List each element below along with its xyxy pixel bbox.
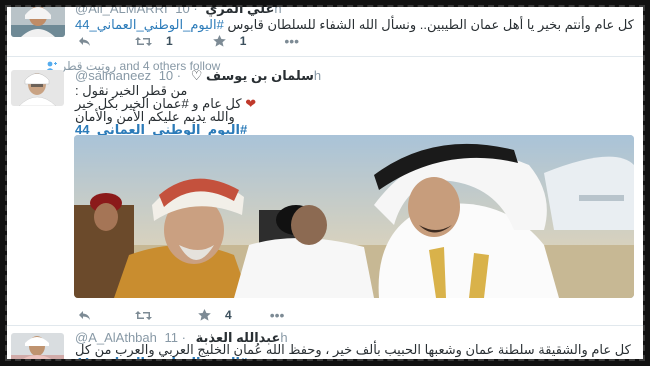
retweet-icon bbox=[135, 36, 152, 46]
reply-button[interactable] bbox=[78, 310, 91, 321]
tweet-header: @salmaneez سلمان بن يوسف ♡ · 10h bbox=[75, 68, 321, 84]
retweet-button[interactable] bbox=[135, 310, 152, 321]
star-icon bbox=[212, 35, 226, 47]
tweet-text: من قطر الخير نقول : ❤ كل عام و #عمان الخ… bbox=[75, 84, 495, 136]
tweet-header: @Ali_ALMARRI علي المري · 10h bbox=[75, 1, 282, 17]
tweet-text: كل عام والشقيقة سلطنة عمان وشعبها الحبيب… bbox=[75, 343, 638, 366]
hashtag-link[interactable]: #اليوم_الوطني_العماني_44 bbox=[75, 355, 247, 366]
more-icon: ••• bbox=[269, 307, 285, 323]
hashtag-link[interactable]: #اليوم_الوطني_العماني_44 bbox=[75, 17, 224, 32]
favorite-count: 1 bbox=[239, 34, 247, 48]
avatar[interactable] bbox=[11, 3, 65, 37]
tweet-3: @A_AlAthbah عبدالله العذبة · 11h كل عام … bbox=[0, 326, 650, 366]
reply-icon bbox=[79, 310, 90, 320]
display-name[interactable]: سلمان بن يوسف ♡ bbox=[191, 68, 314, 83]
tweet-actions: 1 1 ••• bbox=[78, 33, 299, 49]
tweet-photo[interactable] bbox=[74, 135, 634, 298]
favorite-button[interactable] bbox=[198, 309, 211, 321]
tweet-body: كل عام وأنتم بخير يا أهل عمان الطيبين.. … bbox=[227, 17, 634, 32]
retweet-button[interactable] bbox=[135, 36, 152, 47]
username[interactable]: @salmaneez bbox=[75, 68, 151, 83]
more-button[interactable]: ••• bbox=[270, 307, 285, 323]
star-icon bbox=[198, 309, 211, 321]
reply-button[interactable] bbox=[78, 36, 91, 47]
heart-icon: ♡ bbox=[190, 68, 203, 83]
tweet-line-2: #اليوم_الوطني_العماني_44 bbox=[75, 356, 638, 366]
favorite-count: 4 bbox=[225, 308, 232, 322]
username[interactable]: @Ali_ALMARRI bbox=[75, 1, 168, 16]
avatar[interactable] bbox=[11, 70, 64, 106]
tweet-actions: 4 ••• bbox=[78, 307, 284, 323]
reply-icon bbox=[79, 36, 90, 46]
retweet-count: 1 bbox=[166, 34, 173, 48]
more-button[interactable]: ••• bbox=[284, 33, 299, 49]
display-name[interactable]: علي المري bbox=[205, 1, 274, 16]
tweet-1: @Ali_ALMARRI علي المري · 10h كل عام وأنت… bbox=[0, 0, 650, 60]
retweet-icon bbox=[135, 310, 152, 320]
avatar[interactable] bbox=[11, 333, 64, 363]
more-icon: ••• bbox=[284, 33, 300, 49]
favorite-button[interactable] bbox=[212, 35, 226, 47]
tweet-text: كل عام وأنتم بخير يا أهل عمان الطيبين.. … bbox=[75, 18, 638, 31]
heart-icon: ❤ bbox=[245, 96, 257, 111]
